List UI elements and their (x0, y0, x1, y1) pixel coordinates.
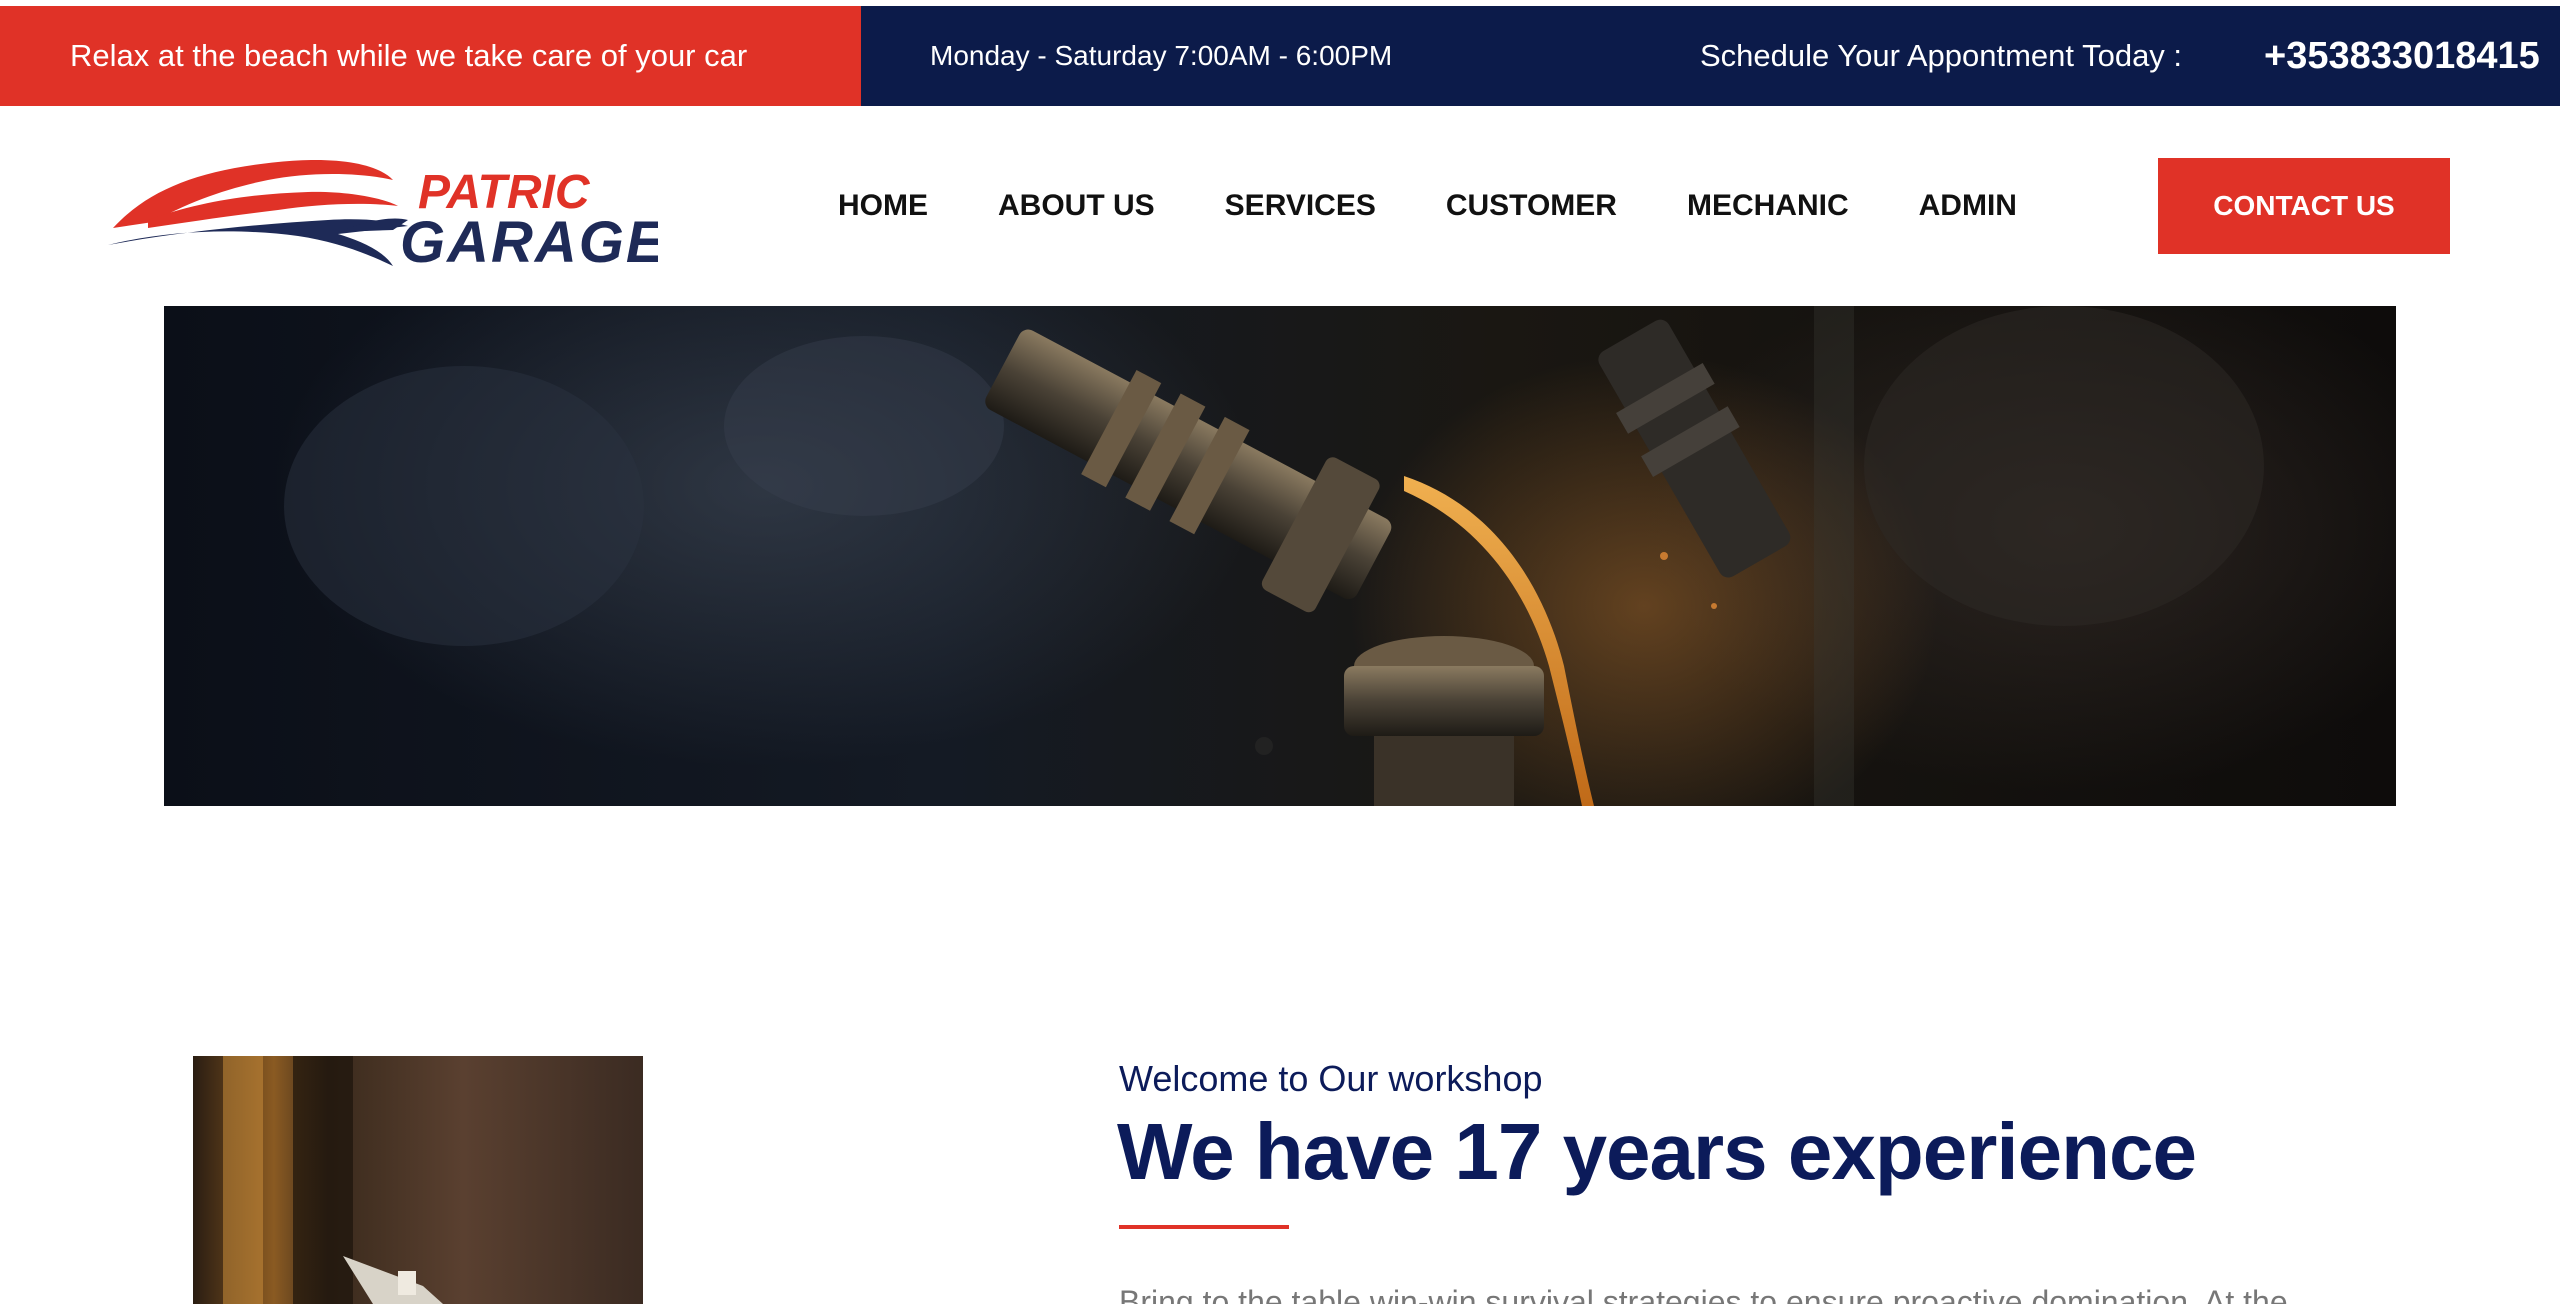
phone-number-link[interactable]: +353833018415 (2264, 6, 2540, 106)
workshop-photo (193, 1056, 643, 1304)
site-logo[interactable]: PATRIC GARAGE (108, 150, 665, 275)
car-logo-icon: PATRIC GARAGE (108, 160, 665, 275)
headline-underline (1119, 1225, 1289, 1229)
nav-item-services[interactable]: SERVICES (1225, 189, 1376, 223)
section-kicker: Welcome to Our workshop (1119, 1058, 1543, 1099)
nav-item-customer[interactable]: CUSTOMER (1446, 189, 1617, 223)
site-header: PATRIC GARAGE HOME ABOUT US SERVICES CUS… (0, 106, 2560, 306)
schedule-label: Schedule Your Appontment Today : (1700, 38, 2183, 73)
nav-item-mechanic[interactable]: MECHANIC (1687, 189, 1849, 223)
contact-us-button[interactable]: CONTACT US (2158, 158, 2450, 254)
business-hours: Monday - Saturday 7:00AM - 6:00PM (930, 40, 1393, 71)
section-headline: We have 17 years experience (1117, 1107, 2197, 1196)
nav-item-about-us[interactable]: ABOUT US (998, 189, 1155, 223)
svg-text:GARAGE: GARAGE (400, 210, 658, 270)
main-nav: HOME ABOUT US SERVICES CUSTOMER MECHANIC… (838, 106, 2087, 306)
nav-item-home[interactable]: HOME (838, 189, 928, 223)
engine-oil-illustration (284, 306, 2264, 806)
section-body-text: Bring to the table win-win survival stra… (1119, 1284, 2288, 1304)
top-info-bar: Relax at the beach while we take care of… (0, 6, 2560, 106)
hero-banner-image (164, 306, 2396, 806)
mechanic-tool-illustration (223, 1056, 443, 1304)
page: Relax at the beach while we take care of… (0, 0, 2560, 1304)
promo-text: Relax at the beach while we take care of… (0, 6, 861, 106)
nav-item-admin[interactable]: ADMIN (1919, 189, 2017, 223)
